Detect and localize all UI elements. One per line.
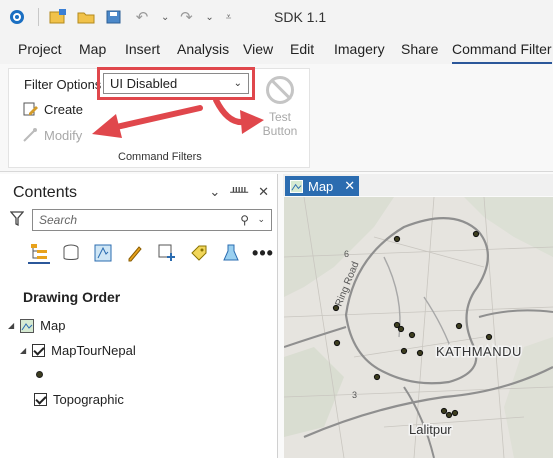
filter-icon[interactable]: [9, 211, 25, 232]
test-button[interactable]: Test Button: [258, 76, 302, 138]
layer-visibility-checkbox[interactable]: [32, 344, 46, 357]
no-entry-icon: [266, 76, 294, 104]
city-label-lalitpur: Lalitpur: [409, 422, 452, 437]
tab-view[interactable]: View: [243, 41, 273, 57]
tree-item-topographic-label: Topographic: [53, 392, 124, 407]
tab-map[interactable]: Map: [79, 41, 106, 57]
expand-triangle-icon[interactable]: ◢: [8, 321, 14, 330]
map-label-6: 6: [344, 249, 349, 259]
editing-icon[interactable]: [124, 242, 146, 264]
create-label: Create: [44, 101, 84, 117]
map-point: [485, 333, 493, 341]
customize-qat-icon[interactable]: ⩡: [226, 12, 232, 23]
group-label: Command Filters: [118, 151, 202, 163]
open-project-icon[interactable]: [77, 8, 95, 26]
expand-triangle-icon[interactable]: ◢: [20, 346, 26, 355]
map-view-tab[interactable]: Map ✕: [285, 176, 359, 196]
tree-item-maptournepal[interactable]: ◢ MapTourNepal: [20, 343, 136, 358]
search-placeholder: Search: [39, 213, 78, 227]
point-symbol-icon: [36, 371, 43, 378]
map-point: [416, 349, 424, 357]
modify-button[interactable]: Modify: [22, 127, 82, 143]
map-point: [408, 331, 416, 339]
map-point: [440, 407, 448, 415]
map-label-3: 3: [352, 390, 357, 400]
drawing-order-icon[interactable]: [28, 242, 50, 264]
data-source-icon[interactable]: [60, 242, 82, 264]
map-point: [393, 235, 401, 243]
map-point: [472, 230, 480, 238]
pane-menu-icon[interactable]: ⌄: [209, 184, 220, 200]
app-logo-icon[interactable]: [8, 8, 26, 26]
ribbon-tabs: Project Map Insert Analysis View Edit Im…: [0, 34, 553, 64]
tab-edit[interactable]: Edit: [290, 41, 314, 57]
map-point: [333, 339, 341, 347]
map-icon: [20, 318, 35, 333]
new-project-icon[interactable]: [49, 8, 67, 26]
city-label-kathmandu: KATHMANDU: [436, 344, 522, 359]
chevron-down-icon[interactable]: ⌄: [257, 214, 265, 225]
map-point: [451, 409, 459, 417]
filter-options-label: Filter Options: [24, 77, 102, 92]
tree-item-map-label: Map: [40, 318, 66, 333]
map-point: [445, 411, 453, 419]
pin-icon[interactable]: ᚊ: [230, 184, 248, 200]
search-input[interactable]: Search ⚲ ⌄: [32, 209, 272, 231]
create-button[interactable]: Create: [22, 101, 83, 117]
quick-access-toolbar: ↶ ⌄ ↷ ⌄ ⩡ SDK 1.1: [0, 0, 553, 34]
map-point: [397, 325, 405, 333]
undo-dropdown-icon[interactable]: ⌄: [161, 12, 169, 23]
map-tab-bar: Map ✕: [283, 174, 553, 196]
map-point: [373, 373, 381, 381]
close-icon[interactable]: ✕: [344, 178, 355, 194]
symbology-icon[interactable]: [220, 242, 242, 264]
tab-imagery[interactable]: Imagery: [334, 41, 385, 57]
tab-project[interactable]: Project: [18, 41, 62, 57]
map-point: [400, 347, 408, 355]
toolbar-separator: [38, 8, 39, 26]
test-button-label: Test Button: [262, 110, 298, 138]
close-icon[interactable]: ✕: [258, 184, 269, 200]
selection-icon[interactable]: [92, 242, 114, 264]
map-tab-label: Map: [308, 178, 334, 194]
map-point: [455, 322, 463, 330]
tab-command-filter[interactable]: Command Filter: [452, 41, 552, 64]
tree-item-map[interactable]: ◢ Map: [8, 318, 65, 333]
save-project-icon[interactable]: [105, 8, 123, 26]
undo-icon[interactable]: ↶: [133, 8, 151, 26]
redo-icon[interactable]: ↷: [177, 8, 195, 26]
highlight-box: [97, 67, 255, 100]
tab-analysis[interactable]: Analysis: [177, 41, 229, 57]
window-title: SDK 1.1: [274, 9, 327, 25]
tree-item-maptournepal-label: MapTourNepal: [51, 343, 136, 358]
more-options-icon[interactable]: •••: [252, 242, 274, 264]
layer-visibility-checkbox[interactable]: [34, 393, 47, 406]
redo-dropdown-icon[interactable]: ⌄: [205, 12, 213, 23]
search-icon[interactable]: ⚲: [240, 213, 249, 227]
contents-toolbar: •••: [28, 242, 274, 264]
tree-item-topographic[interactable]: Topographic: [34, 392, 124, 407]
tab-insert[interactable]: Insert: [125, 41, 160, 57]
snapping-icon[interactable]: [156, 242, 178, 264]
map-icon: [290, 179, 303, 193]
modify-label: Modify: [44, 127, 83, 143]
tab-share[interactable]: Share: [401, 41, 438, 57]
contents-pane: Contents ⌄ ᚊ ✕ Search ⚲ ⌄ ••• Drawing Or…: [0, 174, 278, 458]
contents-title: Contents: [13, 184, 78, 201]
topographic-basemap: 6 3 Ring Road KATHMANDU Lalitpur: [284, 197, 553, 458]
pane-controls: ⌄ ᚊ ✕: [209, 184, 269, 200]
create-icon: [23, 102, 38, 116]
labeling-icon[interactable]: [188, 242, 210, 264]
map-canvas[interactable]: 6 3 Ring Road KATHMANDU Lalitpur: [284, 197, 553, 458]
drawing-order-heading: Drawing Order: [23, 289, 121, 305]
modify-icon: [23, 128, 37, 142]
